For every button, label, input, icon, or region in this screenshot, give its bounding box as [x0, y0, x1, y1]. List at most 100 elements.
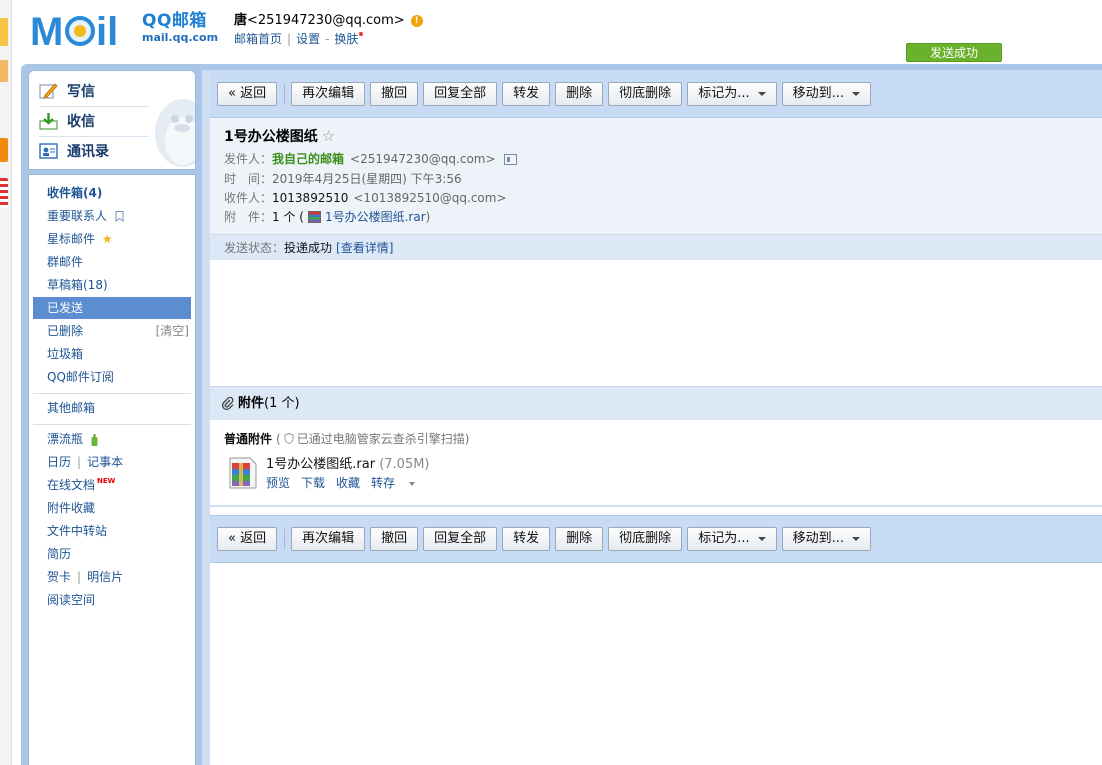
move-to-label: 移动到... [792, 85, 844, 101]
folder-online-docs[interactable]: 在线文档 NEW [33, 474, 191, 496]
folder-separator [33, 424, 191, 425]
save-to-label: 转存 [371, 476, 396, 490]
home-link[interactable]: 邮箱首页 [234, 32, 282, 46]
toolbar-divider [284, 529, 286, 549]
preview-link[interactable]: 预览 [266, 476, 290, 490]
compose-separator [39, 136, 149, 137]
to-name[interactable]: 1013892510 [272, 190, 348, 206]
mark-as-dropdown[interactable]: 标记为... [687, 527, 777, 551]
edge-tab-stripe[interactable] [0, 178, 8, 208]
move-to-label: 移动到... [792, 531, 844, 546]
receive-button[interactable]: 收信 [39, 109, 189, 133]
delete-button[interactable]: 删除 [555, 527, 604, 551]
favorite-link[interactable]: 收藏 [336, 476, 360, 490]
folder-resume[interactable]: 简历 [33, 543, 191, 565]
warning-icon[interactable]: ! [410, 14, 423, 27]
star-icon: ★ [101, 232, 113, 246]
edge-tab-yellow[interactable] [0, 18, 8, 46]
download-link[interactable]: 下载 [301, 476, 325, 490]
forward-button[interactable]: 转发 [502, 81, 551, 106]
calendar-link[interactable]: 日历 [47, 455, 71, 469]
folder-drift-bottle[interactable]: 漂流瓶 [33, 428, 191, 450]
settings-link[interactable]: 设置 [296, 32, 320, 46]
file-name[interactable]: 1号办公楼图纸.rar [266, 457, 375, 472]
mail-view: « 返回 再次编辑 撤回 回复全部 转发 删除 彻底删除 标记为... 移动到.… [202, 70, 1102, 765]
delete-permanently-button[interactable]: 彻底删除 [608, 527, 683, 551]
attachment-section: 普通附件 ( 已通过电脑管家云查杀引擎扫描 ) 1号办公楼图纸.rar (7.0… [210, 420, 1102, 507]
folder-other-mailboxes[interactable]: 其他邮箱 [33, 397, 191, 419]
user-name: 唐 [234, 13, 248, 28]
compose-button[interactable]: 写信 [39, 79, 189, 103]
attachment-section-header: 附件 (1 个) [210, 386, 1102, 420]
folder-deleted[interactable]: 已删除 [清空] [33, 320, 191, 342]
attachment-label: 附 件： [224, 210, 273, 224]
compose-separator [39, 106, 149, 107]
folder-sent[interactable]: 已发送 [33, 297, 191, 319]
folder-group-mail[interactable]: 群邮件 [33, 251, 191, 273]
folder-attachment-favorites[interactable]: 附件收藏 [33, 497, 191, 519]
inbox-download-icon [39, 112, 59, 130]
chevron-down-icon [852, 537, 860, 541]
delivery-status-bar: 发送状态：投递成功 [查看详情] [210, 234, 1102, 260]
reply-all-button[interactable]: 回复全部 [423, 81, 498, 106]
user-line: 唐 <251947230@qq.com> ! [234, 12, 423, 29]
folder-important-label: 重要联系人 [47, 209, 108, 223]
greeting-card-link[interactable]: 贺卡 [47, 570, 71, 584]
folder-subscriptions[interactable]: QQ邮件订阅 [33, 366, 191, 388]
moil-logo-icon: M il [30, 10, 118, 54]
contacts-button[interactable]: 通讯录 [39, 139, 189, 163]
folder-file-transfer[interactable]: 文件中转站 [33, 520, 191, 542]
recall-button[interactable]: 撤回 [370, 527, 419, 551]
recall-button[interactable]: 撤回 [370, 81, 419, 106]
file-actions: 预览 下载 收藏 转存 [266, 474, 437, 492]
view-details-link[interactable]: [查看详情] [336, 241, 393, 255]
reply-all-button[interactable]: 回复全部 [423, 527, 498, 551]
logo-text: QQ邮箱 mail.qq.com [142, 11, 218, 45]
edge-tab-orange[interactable] [0, 60, 8, 82]
folder-inbox[interactable]: 收件箱(4) [33, 182, 191, 204]
from-address: <251947230@qq.com> [350, 152, 496, 166]
postcard-link[interactable]: 明信片 [87, 570, 123, 584]
chevron-down-icon [409, 481, 416, 486]
back-button[interactable]: « 返回 [217, 81, 278, 106]
contact-card-icon[interactable] [503, 153, 517, 165]
folder-reading-space[interactable]: 阅读空间 [33, 589, 191, 611]
from-name[interactable]: 我自己的邮箱 [272, 151, 344, 167]
attachment-link[interactable]: 1号办公楼图纸.rar [325, 209, 426, 225]
reedit-button[interactable]: 再次编辑 [291, 81, 366, 106]
star-outline-icon[interactable]: ☆ [322, 127, 335, 145]
attachment-row: 附 件： 1 个 ( 1号办公楼图纸.rar ) [224, 209, 430, 225]
header-links: 邮箱首页 | 设置 - 换肤 [234, 32, 423, 47]
mark-as-label: 标记为... [698, 531, 750, 546]
attachment-subtitle: 普通附件 ( 已通过电脑管家云查杀引擎扫描 ) [224, 431, 470, 447]
folder-drafts[interactable]: 草稿箱(18) [33, 274, 191, 296]
mail-logo[interactable]: M il [30, 10, 136, 54]
notes-link[interactable]: 记事本 [87, 455, 123, 469]
delete-button[interactable]: 删除 [555, 81, 604, 106]
edge-tab-rss[interactable] [0, 138, 8, 162]
paperclip-icon [222, 397, 234, 410]
clear-deleted-link[interactable]: [清空] [156, 320, 189, 342]
receive-label: 收信 [67, 114, 95, 130]
skin-link[interactable]: 换肤 [334, 32, 358, 46]
attachment-close-paren: ) [425, 210, 431, 224]
folder-important-contacts[interactable]: 重要联系人 [33, 205, 191, 227]
forward-button[interactable]: 转发 [502, 527, 551, 551]
move-to-dropdown[interactable]: 移动到... [781, 527, 871, 551]
calendar-notes-row: 日历 | 记事本 [47, 455, 124, 469]
mark-as-dropdown[interactable]: 标记为... [687, 81, 777, 106]
chevron-down-icon [757, 537, 766, 541]
user-box: 唐 <251947230@qq.com> ! 邮箱首页 | 设置 - 换肤 [234, 12, 423, 47]
chevron-down-icon [757, 91, 766, 96]
delete-permanently-button[interactable]: 彻底删除 [608, 81, 683, 106]
reedit-button[interactable]: 再次编辑 [291, 527, 366, 551]
to-address: <1013892510@qq.com> [353, 191, 507, 205]
pencil-icon [39, 82, 59, 100]
save-to-dropdown[interactable]: 转存 [371, 476, 426, 490]
from-label: 发件人： [224, 152, 273, 166]
folder-starred[interactable]: 星标邮件 ★ [33, 228, 191, 250]
folder-spam[interactable]: 垃圾箱 [33, 343, 191, 365]
move-to-dropdown[interactable]: 移动到... [781, 81, 871, 106]
back-button[interactable]: « 返回 [217, 527, 278, 551]
status-label: 发送状态： [224, 241, 285, 255]
